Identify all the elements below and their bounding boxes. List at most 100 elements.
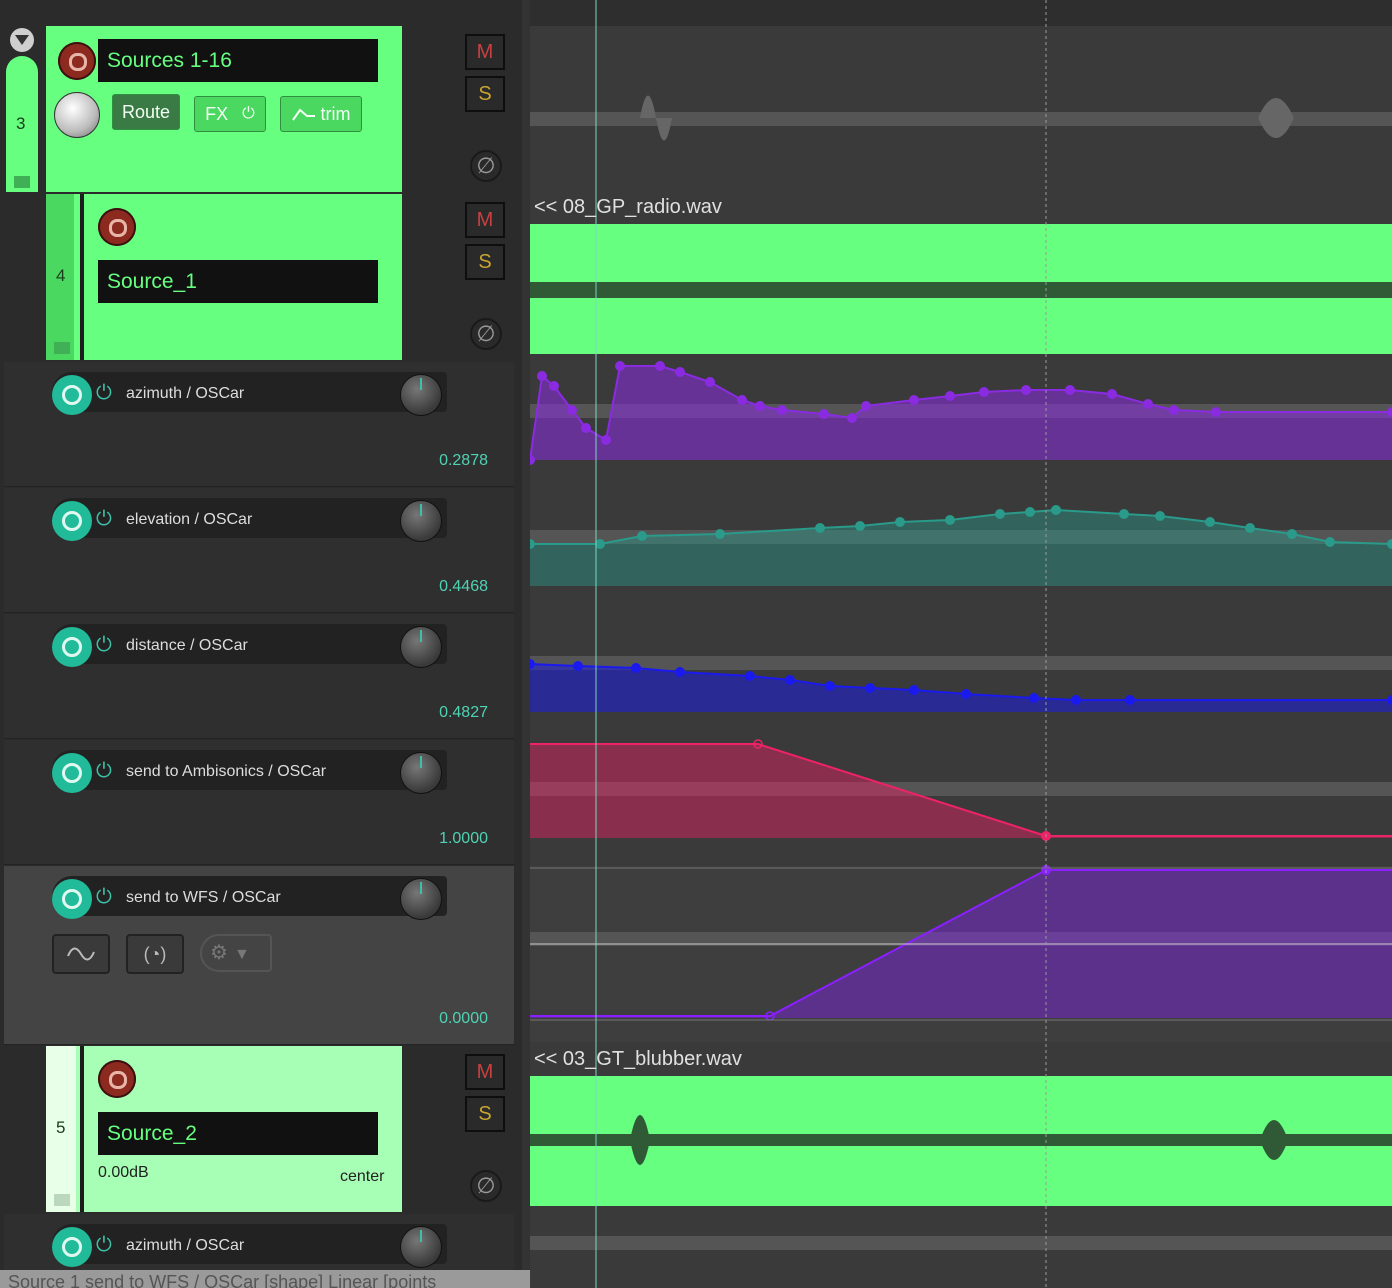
folder-line	[80, 1046, 84, 1212]
envelope-active-toggle[interactable]	[52, 627, 92, 667]
envelope-point	[945, 515, 955, 525]
record-arm-button[interactable]	[98, 1060, 136, 1098]
envelope-point	[675, 367, 685, 377]
pan-readout[interactable]: center	[340, 1168, 384, 1186]
power-icon[interactable]: ⏻	[96, 508, 112, 531]
envelope-point	[961, 689, 971, 699]
envelope-point	[737, 395, 747, 405]
envelope-lane-send-wfs[interactable]: ⏻ send to WFS / OSCar (◔) ⚙ ▼ 0.0000	[4, 866, 514, 1045]
solo-button[interactable]: S	[465, 1096, 505, 1132]
envelope-point	[715, 529, 725, 539]
status-bar: Source 1 send to WFS / OSCar [shape] Lin…	[0, 1270, 530, 1288]
envelope-point	[637, 531, 647, 541]
solo-button[interactable]: S	[465, 244, 505, 280]
envelope-point	[675, 667, 685, 677]
envelope-point	[865, 683, 875, 693]
envelope-active-toggle[interactable]	[52, 753, 92, 793]
envelope-value-knob[interactable]	[400, 626, 442, 668]
envelope-point	[909, 685, 919, 695]
envelope-value-knob[interactable]	[400, 1226, 442, 1268]
envelope-value-knob[interactable]	[400, 752, 442, 794]
solo-button[interactable]: S	[465, 76, 505, 112]
mute-button[interactable]: M	[465, 34, 505, 70]
folder-icon	[54, 342, 70, 354]
fx-button[interactable]: FX ⏻	[194, 96, 266, 132]
envelope-point	[785, 675, 795, 685]
track-number: 4	[56, 266, 66, 285]
envelope-point	[1065, 385, 1075, 395]
envelope-lane-azimuth[interactable]: ⏻ azimuth / OSCar 0.2878	[4, 362, 514, 487]
arrange-view[interactable]: << 08_GP_radio.wav << 03_GT_blubber.wav	[530, 0, 1392, 1288]
item-name-source2[interactable]: << 03_GT_blubber.wav	[534, 1048, 742, 1071]
power-icon[interactable]: ⏻	[96, 382, 112, 405]
track-4-panel[interactable]: 4 Source_1	[46, 194, 402, 360]
mute-button[interactable]: M	[465, 202, 505, 238]
envelope-value-knob[interactable]	[400, 374, 442, 416]
power-icon[interactable]: ⏻	[96, 886, 112, 909]
envelope-point	[1287, 529, 1297, 539]
trim-label: trim	[320, 103, 351, 124]
envelope-lane-send-ambisonics[interactable]: ⏻ send to Ambisonics / OSCar 1.0000	[4, 740, 514, 865]
volume-readout[interactable]: 0.00dB	[98, 1164, 149, 1182]
track-3-panel[interactable]: Sources 1-16 Route FX ⏻ trim	[46, 26, 402, 192]
envelope-name: distance / OSCar	[126, 637, 248, 654]
folder-icon	[14, 176, 30, 188]
track-name-field[interactable]: Source_2	[98, 1112, 378, 1155]
envelope-point	[615, 361, 625, 371]
envelope-lane-distance[interactable]: ⏻ distance / OSCar 0.4827	[4, 614, 514, 739]
envelope-point	[1051, 505, 1061, 515]
item-name-source1[interactable]: << 08_GP_radio.wav	[534, 196, 722, 219]
power-icon[interactable]: ⏻	[96, 1234, 112, 1257]
envelope-active-toggle[interactable]	[52, 375, 92, 415]
envelope-active-toggle[interactable]	[52, 1227, 92, 1267]
envelope-point	[567, 405, 577, 415]
track-number: 3	[16, 114, 26, 133]
envelope-point	[1205, 517, 1215, 527]
power-icon[interactable]: ⏻	[96, 634, 112, 657]
envelope-value: 0.2878	[439, 452, 488, 469]
track-control-panel: 3 Sources 1-16 Route FX ⏻ trim M S ∅ 4 S…	[0, 0, 530, 1288]
dropdown-arrow-icon: ▼	[233, 946, 250, 963]
phase-invert-button[interactable]: ∅	[470, 150, 502, 182]
envelope-active-toggle[interactable]	[52, 879, 92, 919]
track-number: 5	[56, 1118, 66, 1137]
envelope-settings-button[interactable]: ⚙ ▼	[200, 934, 272, 972]
envelope-point	[631, 663, 641, 673]
power-icon[interactable]: ⏻	[96, 760, 112, 783]
mute-button[interactable]: M	[465, 1054, 505, 1090]
track-5-panel[interactable]: 5 Source_2 0.00dB center	[46, 1046, 402, 1212]
gear-icon: ⚙	[210, 942, 228, 964]
envelope-point	[1245, 523, 1255, 533]
volume-knob[interactable]	[54, 92, 100, 138]
envelope-point	[945, 391, 955, 401]
route-button[interactable]: Route	[112, 94, 180, 130]
envelope-point	[655, 361, 665, 371]
envelope-point	[847, 413, 857, 423]
track-name-field[interactable]: Sources 1-16	[98, 39, 378, 82]
phase-invert-button[interactable]: ∅	[470, 1170, 502, 1202]
envelope-point	[1029, 693, 1039, 703]
envelope-point	[861, 401, 871, 411]
envelope-name: elevation / OSCar	[126, 511, 253, 528]
phase-invert-button[interactable]: ∅	[470, 318, 502, 350]
envelope-mod-button[interactable]: (◔)	[126, 934, 184, 974]
envelope-lane-elevation[interactable]: ⏻ elevation / OSCar 0.4468	[4, 488, 514, 613]
envelope-value: 0.4468	[439, 578, 488, 595]
envelope-lane-azimuth-2[interactable]: ⏻ azimuth / OSCar	[4, 1214, 514, 1275]
envelope-value-knob[interactable]	[400, 878, 442, 920]
envelope-name: azimuth / OSCar	[126, 1237, 245, 1254]
record-arm-button[interactable]	[58, 42, 96, 80]
envelope-value-knob[interactable]	[400, 500, 442, 542]
trim-button[interactable]: trim	[280, 96, 362, 132]
envelope-value: 1.0000	[439, 830, 488, 847]
envelope-value: 0.4827	[439, 704, 488, 721]
record-arm-button[interactable]	[98, 208, 136, 246]
track-name-field[interactable]: Source_1	[98, 260, 378, 303]
envelope-point	[1021, 385, 1031, 395]
fx-label: FX	[205, 103, 229, 124]
envelope-active-toggle[interactable]	[52, 501, 92, 541]
parameter-modulation-icon: (◔)	[143, 944, 167, 964]
folder-collapse-button[interactable]	[10, 28, 34, 52]
arrange-canvas[interactable]	[530, 0, 1392, 1288]
envelope-shape-button[interactable]	[52, 934, 110, 974]
